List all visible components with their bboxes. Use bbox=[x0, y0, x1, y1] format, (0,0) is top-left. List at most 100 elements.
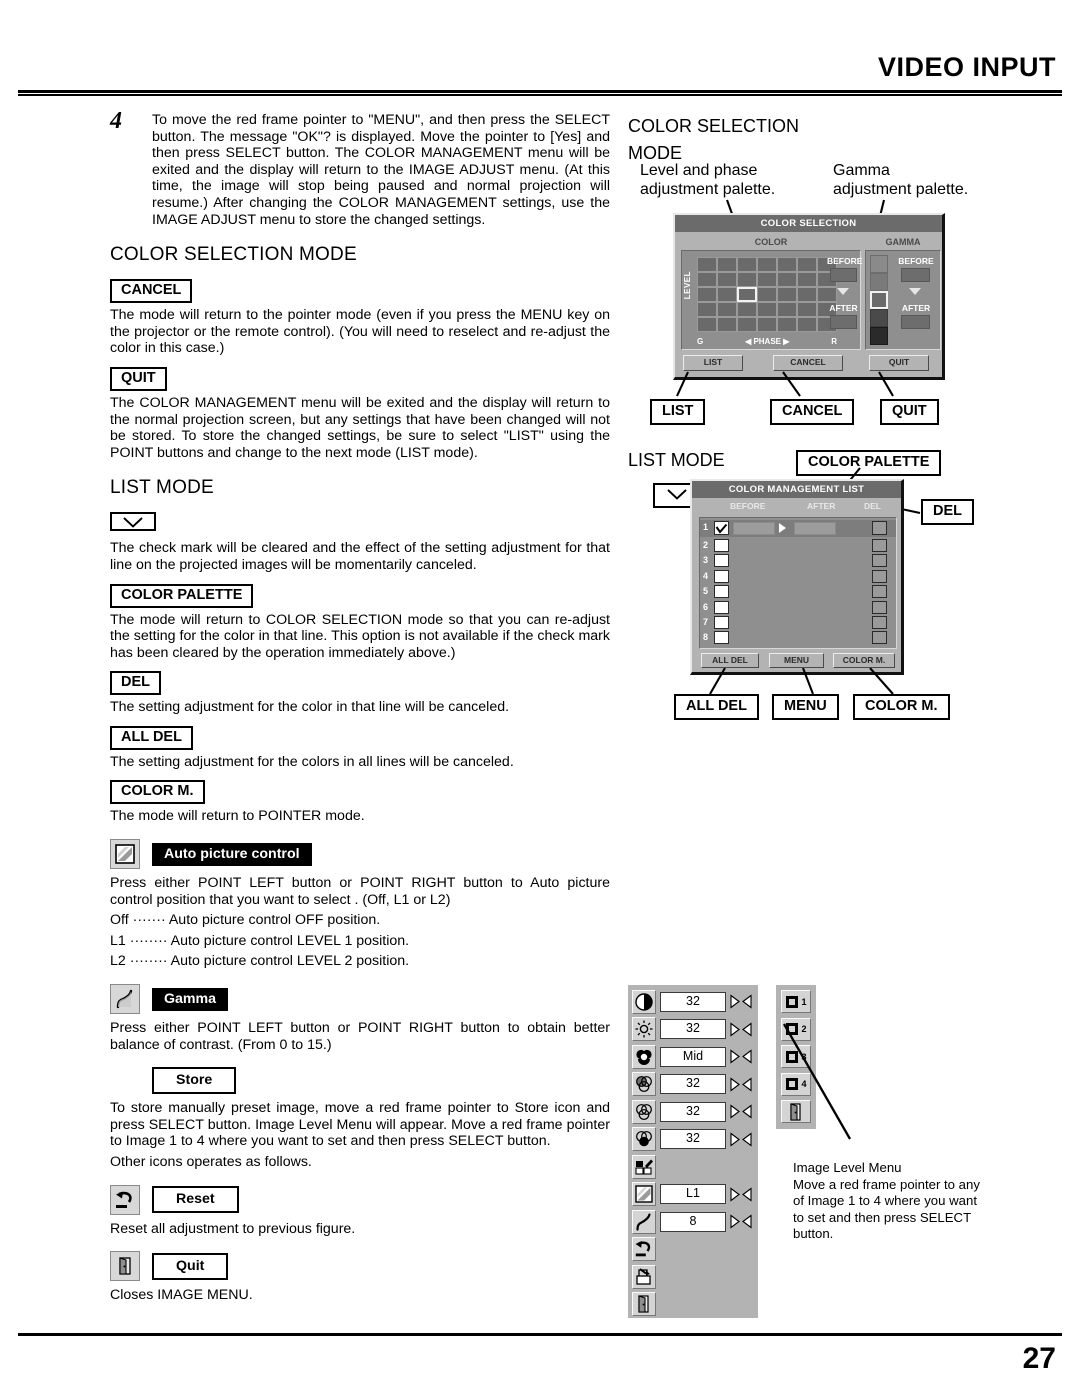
grid-cell[interactable] bbox=[757, 257, 777, 272]
image-preset-icon[interactable]: 1 bbox=[781, 990, 811, 1014]
grid-cell[interactable] bbox=[757, 287, 777, 302]
grid-cell[interactable] bbox=[797, 272, 817, 287]
image-adjust-row[interactable] bbox=[628, 1291, 758, 1319]
grid-cell[interactable] bbox=[717, 287, 737, 302]
cml-row-1-checkbox[interactable] bbox=[714, 521, 729, 535]
cml-row-checkbox[interactable] bbox=[714, 539, 729, 552]
adjust-arrows[interactable] bbox=[730, 1187, 752, 1202]
grid-cell[interactable] bbox=[777, 272, 797, 287]
grid-cell[interactable] bbox=[797, 287, 817, 302]
store-icon[interactable] bbox=[632, 1264, 656, 1289]
cml-row-1-del-checkbox[interactable] bbox=[872, 521, 887, 535]
grid-cell[interactable] bbox=[797, 317, 817, 332]
contrast-icon[interactable] bbox=[632, 989, 656, 1014]
cml-row-del-checkbox[interactable] bbox=[872, 554, 887, 568]
blue-level-icon[interactable] bbox=[632, 1127, 656, 1152]
adjust-arrows[interactable] bbox=[730, 1049, 752, 1064]
grid-cell[interactable] bbox=[717, 257, 737, 272]
image-adjust-value[interactable]: Mid bbox=[660, 1046, 726, 1067]
image-adjust-value[interactable]: 8 bbox=[660, 1211, 726, 1232]
grid-cell[interactable] bbox=[797, 257, 817, 272]
cml-menu-button[interactable]: MENU bbox=[769, 653, 824, 668]
cml-row-checkbox[interactable] bbox=[714, 631, 729, 645]
image-adjust-value[interactable]: 32 bbox=[660, 1074, 726, 1095]
cml-row-del-checkbox[interactable] bbox=[872, 631, 887, 645]
image-level-item-1[interactable]: 1 bbox=[776, 988, 816, 1016]
grid-cell[interactable] bbox=[757, 302, 777, 317]
grid-cell[interactable] bbox=[737, 302, 757, 317]
cml-row-checkbox[interactable] bbox=[714, 616, 729, 629]
grid-cell-selected[interactable] bbox=[737, 287, 757, 302]
grid-cell[interactable] bbox=[797, 302, 817, 317]
cml-row-checkbox[interactable] bbox=[714, 569, 729, 583]
green-level-icon[interactable] bbox=[632, 1099, 656, 1124]
color-management-icon[interactable] bbox=[632, 1154, 656, 1179]
cml-row-del-checkbox[interactable] bbox=[872, 539, 887, 552]
grid-cell[interactable] bbox=[697, 287, 717, 302]
grid-cell[interactable] bbox=[737, 272, 757, 287]
grid-cell[interactable] bbox=[737, 317, 757, 332]
adjust-arrows[interactable] bbox=[730, 1132, 752, 1147]
grid-cell[interactable] bbox=[717, 272, 737, 287]
image-adjust-row[interactable]: 32 bbox=[628, 1098, 758, 1126]
gamma-step[interactable] bbox=[870, 255, 888, 273]
color-temp-icon[interactable] bbox=[632, 1044, 656, 1069]
image-adjust-row[interactable]: 32 bbox=[628, 988, 758, 1016]
image-adjust-row[interactable]: Mid bbox=[628, 1043, 758, 1071]
grid-cell[interactable] bbox=[757, 272, 777, 287]
image-adjust-value[interactable]: 32 bbox=[660, 991, 726, 1012]
red-level-icon[interactable] bbox=[632, 1072, 656, 1097]
grid-cell[interactable] bbox=[697, 317, 717, 332]
image-adjust-row[interactable] bbox=[628, 1263, 758, 1291]
grid-cell[interactable] bbox=[777, 302, 797, 317]
cml-row-del-checkbox[interactable] bbox=[872, 600, 887, 614]
grid-cell[interactable] bbox=[717, 302, 737, 317]
grid-cell[interactable] bbox=[717, 317, 737, 332]
image-adjust-row[interactable]: 8 bbox=[628, 1208, 758, 1236]
grid-cell[interactable] bbox=[757, 317, 777, 332]
gamma-step[interactable] bbox=[870, 309, 888, 327]
cml-row-del-checkbox[interactable] bbox=[872, 616, 887, 629]
cml-row-del-checkbox[interactable] bbox=[872, 585, 887, 599]
cs-quit-button[interactable]: QUIT bbox=[869, 355, 929, 371]
image-adjust-row[interactable] bbox=[628, 1236, 758, 1264]
gamma-step[interactable] bbox=[870, 327, 888, 345]
grid-cell[interactable] bbox=[737, 257, 757, 272]
grid-cell[interactable] bbox=[697, 302, 717, 317]
grid-cell[interactable] bbox=[777, 317, 797, 332]
adjust-arrows[interactable] bbox=[730, 1077, 752, 1092]
image-adjust-row[interactable] bbox=[628, 1153, 758, 1181]
grid-cell[interactable] bbox=[697, 257, 717, 272]
gamma-step[interactable] bbox=[870, 273, 888, 291]
adjust-arrows[interactable] bbox=[730, 1022, 752, 1037]
brightness-icon[interactable] bbox=[632, 1017, 656, 1042]
image-adjust-value[interactable]: L1 bbox=[660, 1184, 726, 1205]
cml-row-checkbox[interactable] bbox=[714, 600, 729, 614]
reset-icon[interactable] bbox=[632, 1237, 656, 1262]
image-adjust-value[interactable]: 32 bbox=[660, 1019, 726, 1040]
image-adjust-row[interactable]: 32 bbox=[628, 1071, 758, 1099]
quit-icon[interactable] bbox=[632, 1292, 656, 1317]
cs-cancel-button[interactable]: CANCEL bbox=[773, 355, 843, 371]
grid-cell[interactable] bbox=[697, 272, 717, 287]
cs-list-button[interactable]: LIST bbox=[683, 355, 743, 371]
cml-all-del-button[interactable]: ALL DEL bbox=[701, 653, 759, 668]
cs-gamma-ladder[interactable] bbox=[870, 255, 888, 345]
adjust-arrows[interactable] bbox=[730, 1104, 752, 1119]
grid-cell[interactable] bbox=[817, 287, 837, 302]
image-adjust-row[interactable]: 32 bbox=[628, 1126, 758, 1154]
cml-color-m-button[interactable]: COLOR M. bbox=[833, 653, 895, 668]
cml-row-checkbox[interactable] bbox=[714, 585, 729, 599]
gamma-icon[interactable] bbox=[632, 1209, 656, 1234]
auto-picture-control-icon[interactable] bbox=[632, 1182, 656, 1207]
grid-cell[interactable] bbox=[777, 287, 797, 302]
image-adjust-row[interactable]: 32 bbox=[628, 1016, 758, 1044]
adjust-arrows[interactable] bbox=[730, 1214, 752, 1229]
cs-color-grid[interactable] bbox=[697, 257, 837, 332]
image-adjust-value[interactable]: 32 bbox=[660, 1129, 726, 1150]
cml-row-checkbox[interactable] bbox=[714, 554, 729, 568]
grid-cell[interactable] bbox=[777, 257, 797, 272]
image-adjust-value[interactable]: 32 bbox=[660, 1101, 726, 1122]
image-adjust-row[interactable]: L1 bbox=[628, 1181, 758, 1209]
gamma-step-selected[interactable] bbox=[870, 291, 888, 309]
